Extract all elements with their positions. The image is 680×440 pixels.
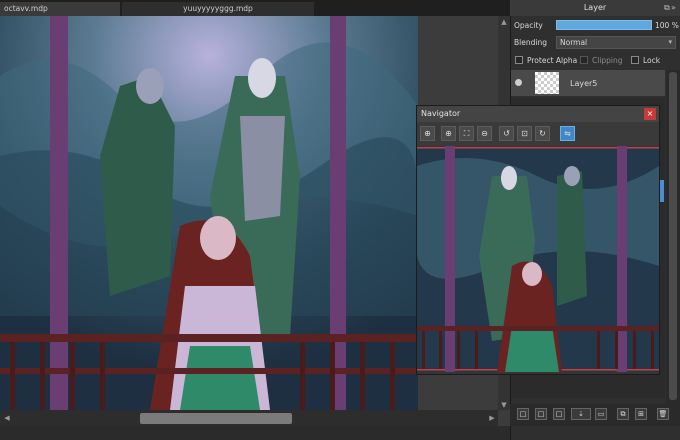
reset-icon[interactable]: ⊡ bbox=[517, 126, 532, 141]
chevron-down-icon: ▾ bbox=[668, 38, 672, 46]
fit-icon[interactable]: ⛶ bbox=[459, 126, 474, 141]
lock-label: Lock bbox=[643, 56, 661, 65]
protect-alpha-checkbox[interactable] bbox=[515, 56, 523, 64]
new-layer-icon[interactable]: □ bbox=[535, 408, 547, 420]
layer-thumbnail bbox=[535, 72, 559, 94]
folder-icon[interactable]: ▭ bbox=[595, 408, 607, 420]
zoom-in-icon[interactable]: ⊕ bbox=[420, 126, 435, 141]
layer-scroll-thumb[interactable] bbox=[669, 72, 677, 400]
layer-name: Layer5 bbox=[570, 79, 598, 88]
tab-yuuyyyyyggg[interactable]: yuuyyyyyggg.mdp bbox=[122, 2, 314, 16]
popout-icon[interactable]: ⧉ bbox=[664, 3, 670, 13]
clipping-checkbox[interactable] bbox=[580, 56, 588, 64]
horizontal-scroll-thumb[interactable] bbox=[140, 413, 292, 424]
scroll-left-icon[interactable]: ◀ bbox=[2, 413, 12, 423]
opacity-value: 100 % bbox=[655, 21, 679, 30]
flip-icon[interactable]: ⇋ bbox=[560, 126, 575, 141]
zoom-out-icon[interactable]: ⊖ bbox=[477, 126, 492, 141]
close-icon[interactable]: × bbox=[644, 108, 656, 120]
zoom-in-icon[interactable]: ⊕ bbox=[441, 126, 456, 141]
duplicate-icon[interactable]: ⧉ bbox=[617, 408, 629, 420]
blending-select[interactable]: Normal ▾ bbox=[556, 36, 676, 49]
trash-icon[interactable]: 🗑 bbox=[657, 408, 669, 420]
blending-value: Normal bbox=[560, 38, 588, 47]
clipping-label: Clipping bbox=[592, 56, 623, 65]
scroll-right-icon[interactable]: ▶ bbox=[487, 413, 497, 423]
navigator-preview[interactable] bbox=[417, 146, 659, 372]
artwork-canvas[interactable] bbox=[0, 16, 418, 410]
opacity-label: Opacity bbox=[514, 21, 543, 30]
merge-icon[interactable]: ⊞ bbox=[635, 408, 647, 420]
blending-label: Blending bbox=[514, 38, 547, 47]
tab-octavv[interactable]: octavv.mdp bbox=[0, 2, 120, 16]
rotate-left-icon[interactable]: ↺ bbox=[499, 126, 514, 141]
scroll-up-icon[interactable]: ▲ bbox=[499, 17, 509, 27]
new-layer-icon[interactable]: □ bbox=[553, 408, 565, 420]
scroll-down-icon[interactable]: ▼ bbox=[499, 400, 509, 410]
collapse-icon[interactable]: » bbox=[671, 3, 676, 12]
protect-alpha-label: Protect Alpha bbox=[527, 56, 578, 65]
new-layer-icon[interactable]: □ bbox=[517, 408, 529, 420]
eye-icon[interactable] bbox=[515, 79, 522, 86]
rotate-right-icon[interactable]: ↻ bbox=[535, 126, 550, 141]
navigator-title: Navigator bbox=[417, 106, 659, 122]
lock-checkbox[interactable] bbox=[631, 56, 639, 64]
add-layer-dropdown-icon[interactable]: ⇣ bbox=[571, 408, 591, 420]
layer-panel-title: Layer bbox=[510, 0, 680, 16]
opacity-slider[interactable] bbox=[556, 20, 652, 30]
